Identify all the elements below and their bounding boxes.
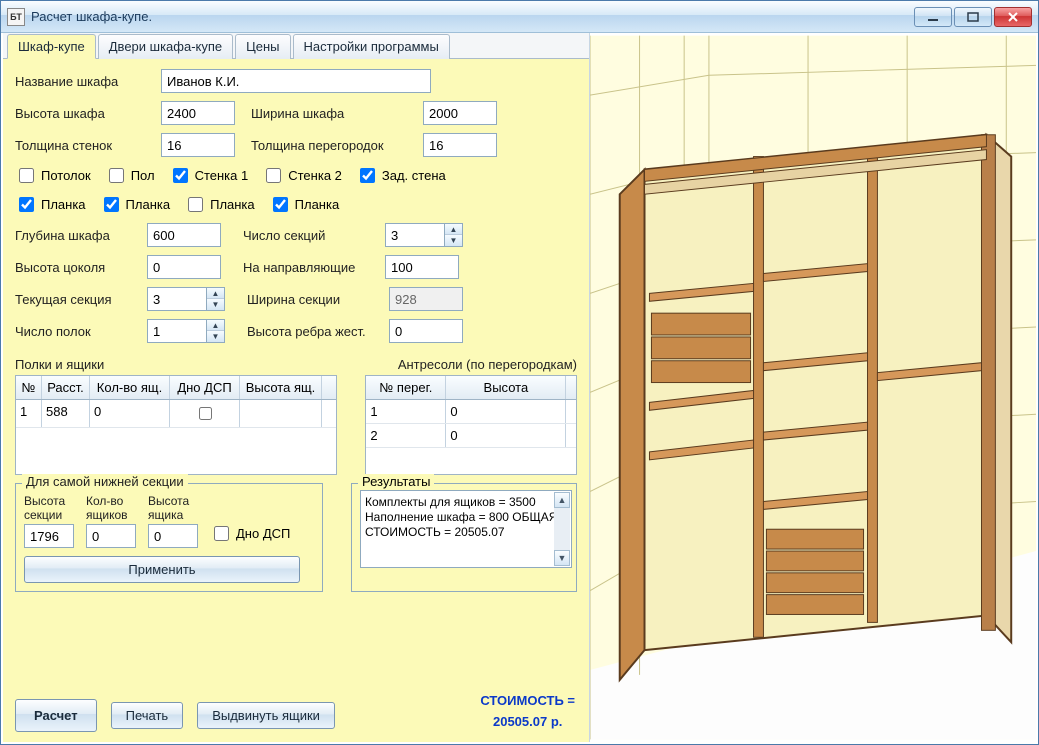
mezz-grid-caption: Антресоли (по перегородкам): [365, 357, 577, 372]
chk-wall2[interactable]: Стенка 2: [262, 165, 342, 186]
tab-wardrobe[interactable]: Шкаф-купе: [7, 34, 96, 59]
rails-input[interactable]: [385, 255, 459, 279]
chk-wall1[interactable]: Стенка 1: [169, 165, 249, 186]
section-width-input: [389, 287, 463, 311]
table-row[interactable]: 2 0: [366, 424, 576, 448]
chk-ceiling[interactable]: Потолок: [15, 165, 91, 186]
bsec-q-label: Кол-во ящиков: [86, 494, 136, 522]
name-label: Название шкафа: [15, 74, 153, 89]
bsec-h-label: Высота секции: [24, 494, 74, 522]
close-button[interactable]: [994, 7, 1032, 27]
tab-prices[interactable]: Цены: [235, 34, 290, 59]
stiffener-label: Высота ребра жест.: [247, 324, 381, 339]
tab-doors[interactable]: Двери шкафа-купе: [98, 34, 233, 59]
cur-section-spinner[interactable]: ▲▼: [207, 287, 225, 311]
wall-thick-label: Толщина стенок: [15, 138, 153, 153]
shelves-label: Число полок: [15, 324, 139, 339]
minimize-button[interactable]: [914, 7, 952, 27]
plinth-height-label: Высота цоколя: [15, 260, 139, 275]
chk-plank3[interactable]: Планка: [184, 194, 255, 215]
left-pane: Шкаф-купе Двери шкафа-купе Цены Настройк…: [3, 33, 589, 742]
print-button[interactable]: Печать: [111, 702, 184, 729]
part-thick-label: Толщина перегородок: [251, 138, 415, 153]
height-label: Высота шкафа: [15, 106, 153, 121]
extend-drawers-button[interactable]: Выдвинуть ящики: [197, 702, 335, 729]
width-label: Ширина шкафа: [251, 106, 415, 121]
chk-plank2[interactable]: Планка: [100, 194, 171, 215]
cur-section-input[interactable]: [147, 287, 207, 311]
app-window: БТ Расчет шкафа-купе. Шкаф-купе Двери шк…: [0, 0, 1039, 745]
bottom-section-group: Для самой нижней секции Высота секции Ко…: [15, 483, 323, 592]
scroll-up-icon[interactable]: ▲: [554, 492, 570, 508]
titlebar: БТ Расчет шкафа-купе.: [1, 1, 1038, 33]
results-text[interactable]: Комплекты для ящиков = 3500 Наполнение ш…: [360, 490, 572, 568]
sections-label: Число секций: [243, 228, 377, 243]
shelves-spinner[interactable]: ▲▼: [207, 319, 225, 343]
scroll-down-icon[interactable]: ▼: [554, 550, 570, 566]
chk-floor[interactable]: Пол: [105, 165, 155, 186]
maximize-button[interactable]: [954, 7, 992, 27]
bsec-h-input[interactable]: [24, 524, 74, 548]
row-dno-checkbox: [199, 407, 212, 420]
tabs: Шкаф-купе Двери шкафа-купе Цены Настройк…: [3, 33, 589, 59]
shelves-grid[interactable]: № Расст. Кол-во ящ. Дно ДСП Высота ящ. 1…: [15, 375, 337, 475]
height-input[interactable]: [161, 101, 235, 125]
depth-label: Глубина шкафа: [15, 228, 139, 243]
cur-section-label: Текущая секция: [15, 292, 139, 307]
plinth-height-input[interactable]: [147, 255, 221, 279]
table-row[interactable]: 1 0: [366, 400, 576, 424]
sections-input[interactable]: [385, 223, 445, 247]
apply-button[interactable]: Применить: [24, 556, 300, 583]
preview-pane: [589, 33, 1036, 742]
results-scrollbar[interactable]: ▲ ▼: [554, 492, 570, 566]
rails-label: На направляющие: [243, 260, 377, 275]
tab-body: Название шкафа Высота шкафа Ширина шкафа…: [3, 59, 589, 742]
window-title: Расчет шкафа-купе.: [31, 9, 914, 24]
wall-thick-input[interactable]: [161, 133, 235, 157]
shelves-input[interactable]: [147, 319, 207, 343]
bsec-q-input[interactable]: [86, 524, 136, 548]
depth-input[interactable]: [147, 223, 221, 247]
bsec-bh-label: Высота ящика: [148, 494, 198, 522]
chk-back[interactable]: Зад. стена: [356, 165, 446, 186]
shelves-grid-caption: Полки и ящики: [15, 357, 337, 372]
sections-spinner[interactable]: ▲▼: [445, 223, 463, 247]
wardrobe-preview-icon: [590, 33, 1036, 742]
bsec-dno-checkbox[interactable]: Дно ДСП: [210, 523, 290, 544]
name-input[interactable]: [161, 69, 431, 93]
stiffener-input[interactable]: [389, 319, 463, 343]
bsec-bh-input[interactable]: [148, 524, 198, 548]
tab-settings[interactable]: Настройки программы: [293, 34, 450, 59]
chk-plank4[interactable]: Планка: [269, 194, 340, 215]
app-icon: БТ: [7, 8, 25, 26]
table-row[interactable]: 1 588 0: [16, 400, 336, 428]
part-thick-input[interactable]: [423, 133, 497, 157]
results-group: Результаты Комплекты для ящиков = 3500 Н…: [351, 483, 577, 592]
price-label: СТОИМОСТЬ =20505.07 р.: [480, 690, 575, 732]
section-width-label: Ширина секции: [247, 292, 381, 307]
calc-button[interactable]: Расчет: [15, 699, 97, 732]
chk-plank1[interactable]: Планка: [15, 194, 86, 215]
width-input[interactable]: [423, 101, 497, 125]
mezz-grid[interactable]: № перег. Высота 1 0 2 0: [365, 375, 577, 475]
